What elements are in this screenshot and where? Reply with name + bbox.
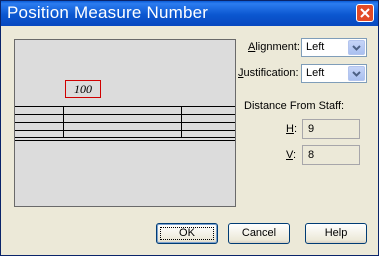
cancel-button-label: Cancel <box>241 227 277 239</box>
h-label: H: <box>286 123 297 135</box>
h-label-colon: : <box>293 123 298 135</box>
help-button[interactable]: Help <box>305 223 367 244</box>
v-label-accel: V <box>286 149 293 161</box>
justification-select[interactable]: Left <box>301 64 367 83</box>
v-distance-field[interactable]: 8 <box>302 145 360 165</box>
title-bar[interactable]: Position Measure Number <box>1 1 378 26</box>
alignment-dropdown-button[interactable] <box>348 40 365 55</box>
preview-pane[interactable]: 100 <box>14 39 236 207</box>
staff-line <box>15 130 235 131</box>
justification-dropdown-button[interactable] <box>348 66 365 81</box>
dialog-body: 100 Alignment: Left Justification: Left <box>1 26 378 255</box>
barline <box>63 106 64 138</box>
position-measure-number-dialog: Position Measure Number 100 Alignment: L… <box>0 0 379 256</box>
distance-heading: Distance From Staff: <box>244 100 345 112</box>
staff <box>15 106 235 138</box>
chevron-down-icon <box>352 70 361 77</box>
chevron-down-icon <box>352 44 361 51</box>
justification-label: Justification: <box>238 67 299 79</box>
close-button[interactable] <box>356 4 374 22</box>
staff-line <box>15 137 235 138</box>
v-distance-value: 8 <box>308 149 315 161</box>
staff-line <box>15 106 235 107</box>
focus-indicator <box>160 227 214 240</box>
justification-label-text: ustification: <box>243 67 299 79</box>
alignment-select[interactable]: Left <box>301 38 367 57</box>
h-distance-value: 9 <box>308 123 315 135</box>
ok-button[interactable]: OK <box>156 223 218 244</box>
h-label-accel: H <box>286 123 294 135</box>
barline <box>181 106 182 138</box>
help-button-label: Help <box>324 227 348 239</box>
staff-line <box>15 122 235 123</box>
close-icon <box>360 8 370 18</box>
alignment-label-text: lignment: <box>255 41 300 53</box>
alignment-label: Alignment: <box>248 41 300 53</box>
cancel-button[interactable]: Cancel <box>228 223 290 244</box>
v-label-colon: : <box>292 149 296 161</box>
separator-line <box>15 140 235 141</box>
measure-number-preview[interactable]: 100 <box>65 80 101 98</box>
v-label: V: <box>286 149 296 161</box>
justification-value: Left <box>306 67 325 79</box>
staff-line <box>15 114 235 115</box>
window-title: Position Measure Number <box>7 3 209 22</box>
alignment-value: Left <box>306 41 325 53</box>
h-distance-field[interactable]: 9 <box>302 119 360 139</box>
